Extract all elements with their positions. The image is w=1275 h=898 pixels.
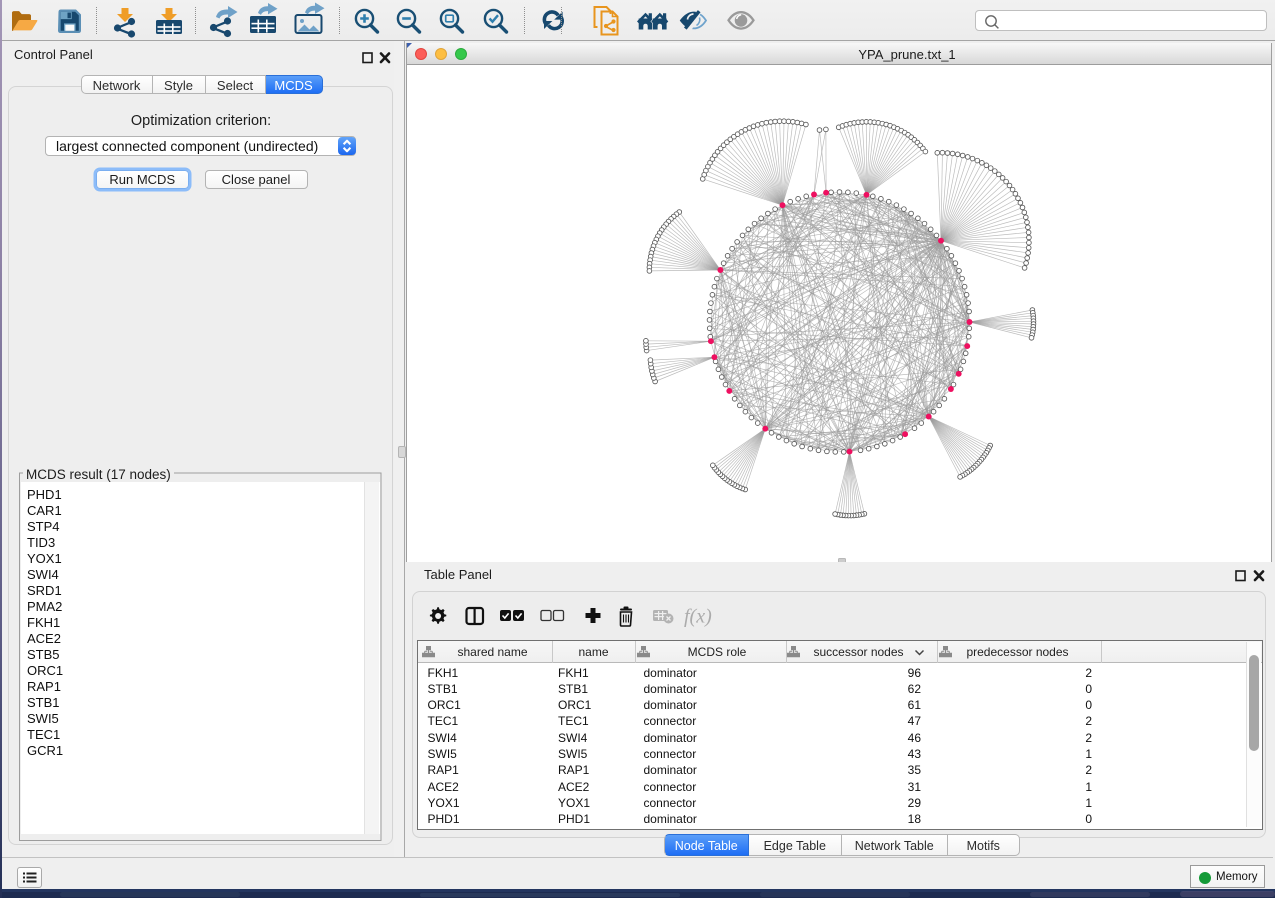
svg-text:f(x): f(x) bbox=[684, 606, 712, 628]
